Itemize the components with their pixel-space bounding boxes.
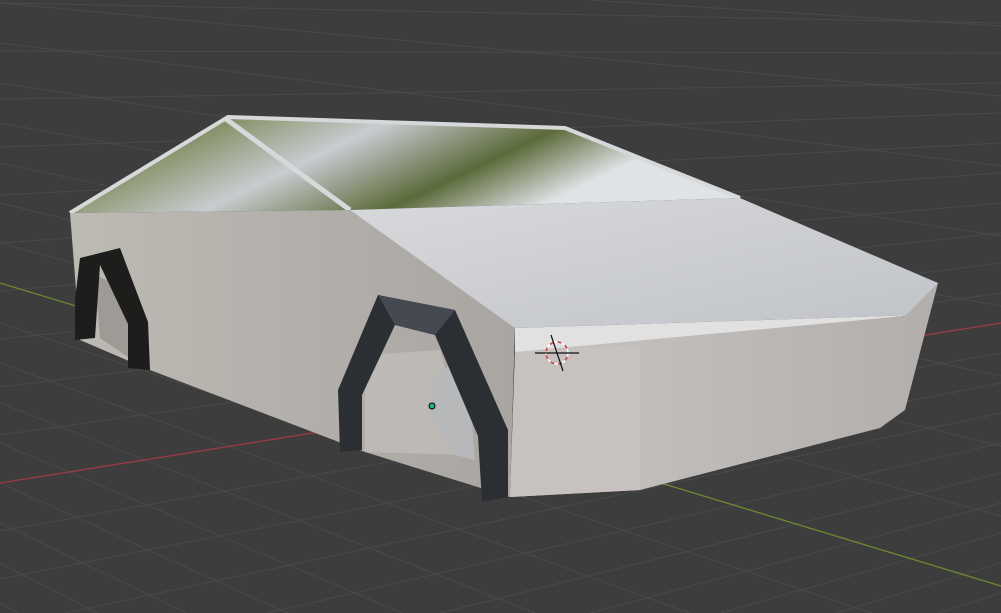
grid-line — [0, 482, 288, 613]
grid-line — [589, 502, 1001, 613]
grid-line — [587, 0, 1001, 27]
grid-line — [0, 442, 403, 613]
grid-line — [0, 562, 98, 613]
grid-line — [938, 592, 1001, 613]
truck-model[interactable] — [68, 114, 938, 502]
front-corner — [510, 345, 640, 497]
grid-line — [0, 2, 1001, 24]
grid-line — [0, 82, 1001, 100]
viewport-canvas[interactable] — [0, 0, 1001, 613]
grid-line — [0, 602, 19, 613]
grid-line — [0, 50, 1001, 54]
roof-glass — [70, 117, 740, 213]
grid-line — [0, 522, 187, 613]
object-origin-icon[interactable] — [428, 402, 436, 410]
3d-viewport[interactable] — [0, 0, 1001, 613]
grid-line — [836, 562, 1001, 613]
